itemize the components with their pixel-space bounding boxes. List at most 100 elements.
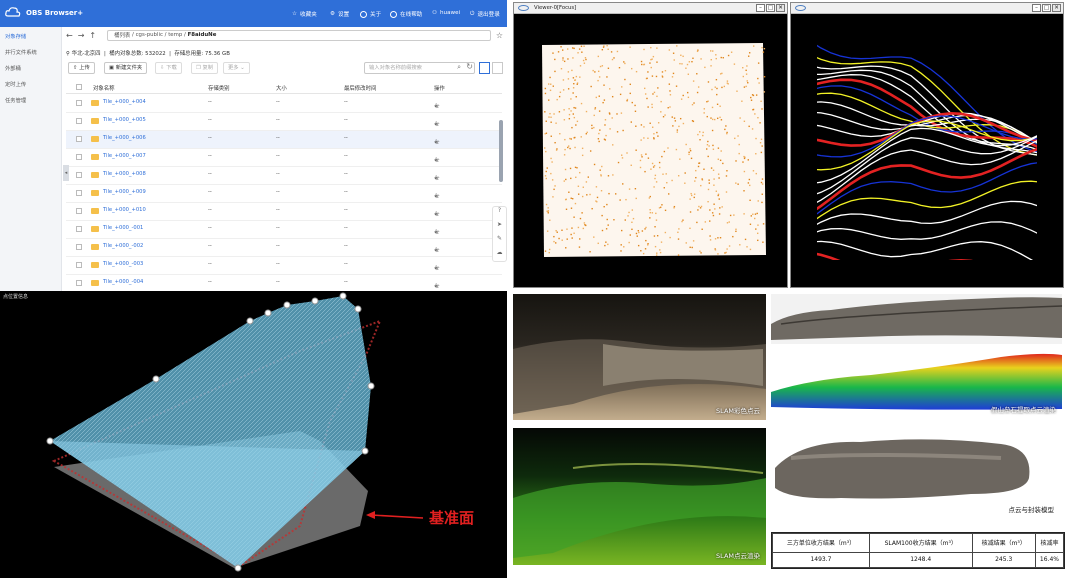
object-name-link[interactable]: Tile_+000_+007 [103,153,146,159]
object-name-link[interactable]: Tile_+000_+010 [103,207,146,213]
col-modified[interactable]: 最后修改时间 [344,84,376,92]
sidebar-item-object-storage[interactable]: 对象存储 [5,32,26,40]
boundary-control-point[interactable] [46,437,54,445]
row-checkbox[interactable] [76,172,82,178]
new-folder-button[interactable]: ▣ 新建文件夹 [104,62,148,74]
table-row[interactable]: Tile_+000_-001 -- -- -- ⇩ ⋖ ··· [66,221,502,239]
col-storage-class[interactable]: 存储类别 [208,84,230,92]
select-all-checkbox[interactable] [76,84,82,90]
row-checkbox[interactable] [76,118,82,124]
sidebar-item-scheduled-upload[interactable]: 定时上传 [5,80,26,88]
more-icon[interactable]: ··· [434,247,440,254]
upload-button[interactable]: ⇧ 上传 [68,62,95,74]
table-row[interactable]: Tile_+000_-004 -- -- -- ⇩ ⋖ ··· [66,275,502,291]
row-checkbox[interactable] [76,208,82,214]
collapse-sidebar-handle[interactable]: ◂ [63,165,69,181]
copy-button[interactable]: ❐ 复制 [191,62,219,74]
refresh-icon[interactable]: ↻ [466,62,473,71]
row-checkbox[interactable] [76,226,82,232]
settings-button[interactable]: ⚙ 设置 [330,10,349,18]
col-name[interactable]: 对象名称 [93,84,115,92]
download-button[interactable]: ⇩ 下载 [155,62,182,74]
boundary-control-point[interactable] [264,309,272,317]
table-row[interactable]: Tile_+000_-002 -- -- -- ⇩ ⋖ ··· [66,239,502,257]
object-name-link[interactable]: Tile_+000_+004 [103,99,146,105]
boundary-control-point[interactable] [311,297,319,305]
send-icon[interactable]: ➤ [493,221,506,235]
contour-view[interactable] [791,14,1063,287]
maximize-icon[interactable]: □ [766,4,775,12]
more-icon[interactable]: ··· [434,265,440,272]
object-name-link[interactable]: Tile_+000_+005 [103,117,146,123]
table-row[interactable]: Tile_+000_+010 -- -- -- ⇩ ⋖ ··· [66,203,502,221]
search-icon[interactable]: ⌕ [457,63,461,72]
grid-view-icon[interactable] [492,62,503,74]
pen-icon[interactable]: ✎ [493,235,506,249]
path-bar[interactable]: 桶列表 / cgs-public / temp / F8aiduNe [107,29,491,41]
table-row[interactable]: Tile_+000_+005 -- -- -- ⇩ ⋖ ··· [66,113,502,131]
surface-volume-view[interactable]: 点位置信息 基准面 [0,291,507,578]
table-row[interactable]: Tile_+000_+007 -- -- -- ⇩ ⋖ ··· [66,149,502,167]
boundary-control-point[interactable] [339,292,347,300]
favorites-button[interactable]: ☆ 收藏夹 [292,10,317,18]
star-icon[interactable]: ☆ [496,31,503,40]
more-icon[interactable]: ··· [434,193,440,200]
table-row[interactable]: Tile_+000_+004 -- -- -- ⇩ ⋖ ··· [66,95,502,113]
help-icon[interactable]: ? [493,207,506,221]
col-size[interactable]: 大小 [276,84,287,92]
up-arrow-icon[interactable]: ↑ [89,31,96,40]
boundary-control-point[interactable] [283,301,291,309]
more-icon[interactable]: ··· [434,157,440,164]
row-checkbox[interactable] [76,190,82,196]
boundary-control-point[interactable] [246,317,254,325]
object-name-link[interactable]: Tile_+000_-002 [103,243,143,249]
more-icon[interactable]: ··· [434,103,440,110]
more-icon[interactable]: ··· [434,283,440,290]
object-name-link[interactable]: Tile_+000_-003 [103,261,143,267]
boundary-control-point[interactable] [234,564,242,572]
object-name-link[interactable]: Tile_+000_+006 [103,135,146,141]
object-name-link[interactable]: Tile_+000_-004 [103,279,143,285]
row-checkbox[interactable] [76,262,82,268]
more-icon[interactable]: ··· [434,175,440,182]
boundary-control-point[interactable] [361,447,369,455]
more-icon[interactable]: ··· [434,139,440,146]
row-checkbox[interactable] [76,154,82,160]
boundary-control-point[interactable] [354,305,362,313]
forward-arrow-icon[interactable]: → [78,31,85,40]
close-icon[interactable]: ✕ [776,4,785,12]
object-name-link[interactable]: Tile_+000_-001 [103,225,143,231]
row-checkbox[interactable] [76,100,82,106]
table-row[interactable]: Tile_+000_+008 -- -- -- ⇩ ⋖ ··· [66,167,502,185]
sidebar-item-tasks[interactable]: 任务管理 [5,96,26,104]
more-icon[interactable]: ··· [434,121,440,128]
maximize-icon[interactable]: □ [1042,4,1051,12]
cloud-icon[interactable]: ☁ [493,249,506,263]
boundary-control-point[interactable] [152,375,160,383]
back-arrow-icon[interactable]: ← [66,31,73,40]
boundary-control-point[interactable] [367,382,375,390]
more-icon[interactable]: ··· [434,229,440,236]
about-button[interactable]: 关于 [360,10,381,18]
scrollbar[interactable] [499,120,503,182]
minimize-icon[interactable]: – [756,4,765,12]
table-row[interactable]: Tile_+000_+006 -- -- -- ⇩ ⋖ ··· [66,131,502,149]
table-row[interactable]: Tile_+000_+009 -- -- -- ⇩ ⋖ ··· [66,185,502,203]
close-icon[interactable]: ✕ [1052,4,1061,12]
list-view-icon[interactable] [479,62,490,74]
logout-button[interactable]: ⏻ 退出登录 [470,10,500,19]
object-name-link[interactable]: Tile_+000_+008 [103,171,146,177]
row-checkbox[interactable] [76,136,82,142]
more-icon[interactable]: ··· [434,211,440,218]
point-cloud-view[interactable] [514,14,787,287]
object-name-link[interactable]: Tile_+000_+009 [103,189,146,195]
sidebar-item-parallel-fs[interactable]: 并行文件系统 [5,48,37,56]
help-button[interactable]: 在线帮助 [390,10,422,18]
minimize-icon[interactable]: – [1032,4,1041,12]
row-checkbox[interactable] [76,244,82,250]
sidebar-item-external-bucket[interactable]: 外部桶 [5,64,21,72]
table-row[interactable]: Tile_+000_-003 -- -- -- ⇩ ⋖ ··· [66,257,502,275]
user-button[interactable]: ⚇ huawei [432,10,460,16]
more-button[interactable]: 更多 ⌄ [223,62,250,74]
row-checkbox[interactable] [76,280,82,286]
